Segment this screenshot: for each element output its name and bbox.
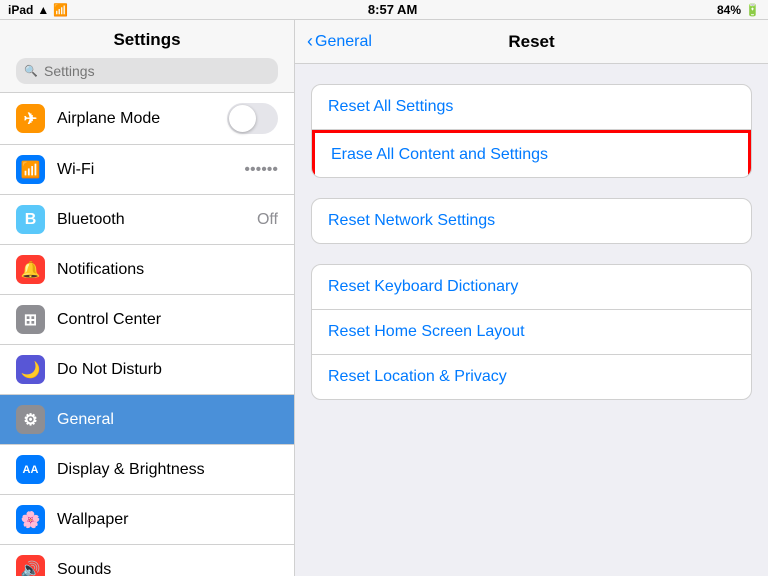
right-panel-title: Reset — [508, 32, 554, 52]
notifications-icon: 🔔 — [16, 255, 45, 284]
sidebar-item-notifications[interactable]: 🔔 Notifications — [0, 245, 294, 295]
sidebar-title: Settings — [16, 30, 278, 50]
display-label: Display & Brightness — [57, 461, 278, 479]
reset-all-settings-label: Reset All Settings — [328, 98, 453, 116]
airplane-mode-label: Airplane Mode — [57, 110, 227, 128]
right-panel: ‹ General Reset Reset All Settings Erase … — [295, 20, 768, 576]
general-label: General — [57, 411, 278, 429]
wifi-icon: 📶 — [53, 3, 68, 17]
back-chevron-icon: ‹ — [307, 31, 313, 52]
wifi-value: •••••• — [244, 161, 278, 179]
settings-row-reset-home-screen[interactable]: Reset Home Screen Layout — [312, 310, 751, 355]
control-center-icon: ⊞ — [16, 305, 45, 334]
battery-percent: 84% — [717, 3, 741, 17]
main-container: Settings ✈ Airplane Mode 📶 Wi-Fi•••••• B Blue… — [0, 20, 768, 576]
do-not-disturb-icon: 🌙 — [16, 355, 45, 384]
sidebar: Settings ✈ Airplane Mode 📶 Wi-Fi•••••• B Blue… — [0, 20, 295, 576]
right-header: ‹ General Reset — [295, 20, 768, 64]
sounds-icon: 🔊 — [16, 555, 45, 576]
sidebar-list: ✈ Airplane Mode 📶 Wi-Fi•••••• B BluetoothOff 🔔… — [0, 93, 294, 576]
settings-row-reset-all-settings[interactable]: Reset All Settings — [312, 85, 751, 130]
sidebar-item-do-not-disturb[interactable]: 🌙 Do Not Disturb — [0, 345, 294, 395]
wallpaper-icon: 🌸 — [16, 505, 45, 534]
bluetooth-icon: B — [16, 205, 45, 234]
wifi-icon: 📶 — [16, 155, 45, 184]
erase-all-content-label: Erase All Content and Settings — [331, 146, 548, 164]
airplane-mode-toggle[interactable] — [227, 103, 278, 134]
sidebar-item-display[interactable]: AA Display & Brightness — [0, 445, 294, 495]
notifications-label: Notifications — [57, 261, 278, 279]
bluetooth-label: Bluetooth — [57, 211, 257, 229]
sidebar-item-general[interactable]: ⚙ General — [0, 395, 294, 445]
sidebar-item-bluetooth[interactable]: B BluetoothOff — [0, 195, 294, 245]
airplane-mode-icon: ✈ — [16, 104, 45, 133]
settings-row-erase-all-content[interactable]: Erase All Content and Settings — [312, 130, 751, 177]
sidebar-header: Settings — [0, 20, 294, 93]
reset-keyboard-label: Reset Keyboard Dictionary — [328, 278, 518, 296]
settings-row-reset-location[interactable]: Reset Location & Privacy — [312, 355, 751, 399]
signal-icon: ▲ — [37, 3, 49, 17]
sidebar-item-wifi[interactable]: 📶 Wi-Fi•••••• — [0, 145, 294, 195]
back-button[interactable]: ‹ General — [307, 31, 372, 52]
search-input[interactable] — [16, 58, 278, 84]
sidebar-item-sounds[interactable]: 🔊 Sounds — [0, 545, 294, 576]
device-label: iPad — [8, 3, 33, 17]
control-center-label: Control Center — [57, 311, 278, 329]
bluetooth-value: Off — [257, 211, 278, 229]
reset-network-label: Reset Network Settings — [328, 212, 495, 230]
battery-icon: 🔋 — [745, 3, 760, 17]
settings-group-0: Reset All Settings Erase All Content and … — [311, 84, 752, 178]
sidebar-item-airplane-mode[interactable]: ✈ Airplane Mode — [0, 93, 294, 145]
wifi-label: Wi-Fi — [57, 161, 244, 179]
sidebar-item-control-center[interactable]: ⊞ Control Center — [0, 295, 294, 345]
settings-row-reset-network[interactable]: Reset Network Settings — [312, 199, 751, 243]
back-label: General — [315, 33, 372, 51]
status-bar: iPad ▲ 📶 8:57 AM 84% 🔋 — [0, 0, 768, 20]
status-right: 84% 🔋 — [717, 3, 760, 17]
status-left: iPad ▲ 📶 — [8, 3, 68, 17]
reset-location-label: Reset Location & Privacy — [328, 368, 507, 386]
time-label: 8:57 AM — [368, 2, 417, 17]
sounds-label: Sounds — [57, 561, 278, 576]
search-wrapper — [16, 58, 278, 84]
sidebar-item-wallpaper[interactable]: 🌸 Wallpaper — [0, 495, 294, 545]
general-icon: ⚙ — [16, 405, 45, 434]
wallpaper-label: Wallpaper — [57, 511, 278, 529]
reset-content: Reset All Settings Erase All Content and … — [295, 64, 768, 440]
do-not-disturb-label: Do Not Disturb — [57, 361, 278, 379]
settings-row-reset-keyboard[interactable]: Reset Keyboard Dictionary — [312, 265, 751, 310]
display-icon: AA — [16, 455, 45, 484]
reset-home-screen-label: Reset Home Screen Layout — [328, 323, 525, 341]
settings-group-2: Reset Keyboard Dictionary Reset Home Scre… — [311, 264, 752, 400]
settings-group-1: Reset Network Settings — [311, 198, 752, 244]
